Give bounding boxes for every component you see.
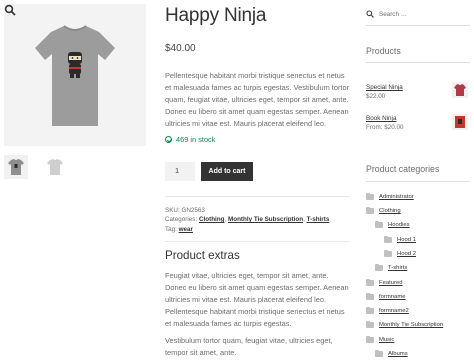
- stock-text: 469 in stock: [176, 135, 216, 144]
- product-tag: Tag: wear: [165, 226, 193, 233]
- categories-label: Categories:: [165, 216, 198, 223]
- zoom-icon[interactable]: [4, 4, 16, 16]
- category-link-monthly-tie[interactable]: Monthly Tie Subscription: [228, 216, 303, 223]
- extras-paragraph: Vestibulum tortor quam, feugiat vitae, u…: [165, 336, 333, 358]
- category-link-clothing[interactable]: Clothing: [199, 216, 225, 223]
- product-main-image[interactable]: [4, 4, 146, 146]
- folder-icon: [366, 192, 374, 200]
- product-sku: SKU: GN2563: [165, 207, 205, 214]
- folder-icon: [366, 306, 374, 314]
- search-icon: [366, 10, 374, 18]
- tag-label: Tag:: [165, 226, 177, 233]
- product-extras-title: Product extras: [165, 249, 240, 262]
- stock-status: 469 in stock: [165, 135, 215, 144]
- category-link-tshirts[interactable]: T-shirts: [307, 216, 330, 223]
- divider: [165, 196, 350, 197]
- gallery-thumbnail-1[interactable]: [4, 155, 28, 179]
- product-price-book-ninja: From: $20.00: [366, 124, 404, 131]
- tshirt-thumb-icon: [8, 159, 24, 175]
- tshirt-red-icon: [454, 84, 466, 96]
- folder-icon: [384, 235, 392, 243]
- product-thumb-special-ninja[interactable]: [452, 82, 468, 98]
- product-link-book-ninja[interactable]: Book Ninja: [366, 115, 396, 122]
- category-item[interactable]: Music: [366, 335, 394, 343]
- folder-icon: [375, 263, 383, 271]
- product-categories: Categories: Clothing, Monthly Tie Subscr…: [165, 216, 330, 223]
- product-price: $40.00: [165, 43, 196, 54]
- category-item[interactable]: Clothing: [366, 206, 401, 214]
- category-item[interactable]: Hood 2: [384, 249, 416, 257]
- gallery-thumbnail-2[interactable]: [43, 155, 67, 179]
- category-item[interactable]: formname2: [366, 306, 409, 314]
- quantity-input[interactable]: 1: [165, 162, 195, 181]
- folder-icon: [366, 292, 374, 300]
- divider: [165, 241, 350, 242]
- category-item[interactable]: Monthly Tie Subscription: [366, 320, 443, 328]
- tshirt-back-thumb-icon: [47, 159, 63, 175]
- widget-title-product-categories: Product categories: [366, 164, 440, 174]
- search-input[interactable]: Search …: [366, 6, 470, 22]
- product-price-special-ninja: $22.00: [366, 93, 386, 100]
- product-link-special-ninja[interactable]: Special Ninja: [366, 84, 403, 91]
- widget-title-products: Products: [366, 46, 401, 56]
- folder-icon: [375, 220, 383, 228]
- tag-link[interactable]: wear: [179, 226, 193, 233]
- book-icon: [455, 116, 465, 128]
- divider: [366, 181, 470, 182]
- extras-paragraph: Feugiat vitae, ultricies eget, tempor si…: [165, 271, 349, 329]
- add-to-cart-button[interactable]: Add to cart: [201, 162, 253, 181]
- sku-value: GN2563: [181, 207, 205, 214]
- product-description: Pellentesque habitant morbi tristique se…: [165, 71, 350, 129]
- category-item[interactable]: Albums: [375, 349, 408, 357]
- category-item[interactable]: formname: [366, 292, 406, 300]
- category-item[interactable]: T-shirts: [375, 263, 407, 271]
- divider: [366, 25, 470, 26]
- product-title: Happy Ninja: [165, 5, 267, 26]
- product-thumb-book-ninja[interactable]: [452, 114, 468, 130]
- folder-icon: [366, 206, 374, 214]
- sku-label: SKU:: [165, 207, 180, 214]
- tshirt-image: [35, 25, 115, 126]
- folder-icon: [366, 335, 374, 343]
- folder-icon: [366, 320, 374, 328]
- category-item[interactable]: Hoodies: [375, 220, 410, 228]
- folder-icon: [384, 249, 392, 257]
- search-placeholder: Search …: [379, 10, 407, 18]
- divider: [366, 62, 470, 63]
- category-item[interactable]: Featured: [366, 278, 403, 286]
- folder-icon: [366, 278, 374, 286]
- folder-icon: [375, 349, 383, 357]
- check-circle-icon: [165, 136, 172, 143]
- category-item[interactable]: Hood 1: [384, 235, 416, 243]
- category-item[interactable]: Administrator: [366, 192, 414, 200]
